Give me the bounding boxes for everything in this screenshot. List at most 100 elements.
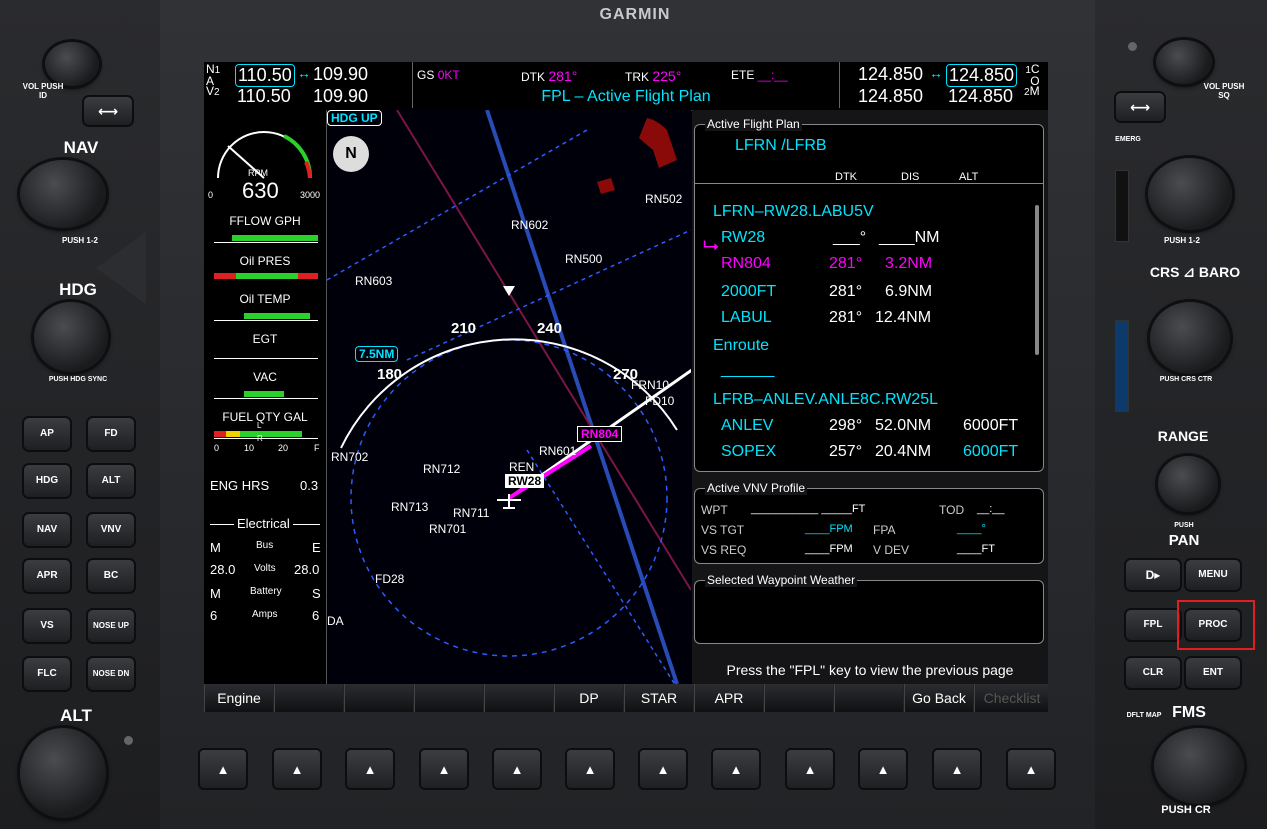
com-swap-button[interactable]: ⟷	[1116, 93, 1164, 121]
vol-knob-right[interactable]	[1156, 40, 1212, 84]
waypoint-da[interactable]: DA	[327, 614, 344, 628]
alt-label: ALT	[60, 706, 92, 725]
softkey-go-back[interactable]: Go Back	[904, 684, 974, 712]
waypoint-rn712[interactable]: RN712	[423, 462, 460, 476]
fpl-hint-text: Press the "FPL" key to view the previous…	[726, 662, 1014, 678]
fpl-row-enroute[interactable]: Enroute	[713, 337, 769, 355]
fpl-route[interactable]: LFRN /LFRB	[735, 137, 827, 155]
nose-dn-button[interactable]: NOSE DN	[88, 658, 134, 690]
nav-swap-button[interactable]: ⟷	[84, 97, 132, 125]
fpl-row-enroute-blank[interactable]: ______	[721, 361, 774, 379]
waypoint-rn711[interactable]: RN711	[453, 506, 489, 520]
active-flight-plan-panel: Active Flight Plan LFRN /LFRB DTK DIS AL…	[694, 117, 1044, 472]
nav-side-labels: N1 A V2	[206, 62, 221, 98]
ap-button[interactable]: AP	[24, 418, 70, 450]
nav1-active-freq[interactable]: 110.50	[235, 64, 295, 87]
nav2-standby-freq: 109.90	[313, 86, 369, 106]
softkey-blank-10[interactable]	[834, 684, 904, 712]
crs-baro-knob[interactable]	[1150, 302, 1230, 374]
softkey-dp[interactable]: DP	[554, 684, 624, 712]
waypoint-rn701[interactable]: RN701	[429, 522, 466, 536]
trk-field: TRK 225°	[625, 68, 682, 84]
north-arrow-icon: N	[333, 136, 369, 172]
fpl-button[interactable]: FPL	[1126, 610, 1180, 640]
active-waypoint-rn804[interactable]: RN804	[577, 426, 623, 442]
softkey-3-button[interactable]: ▲	[347, 750, 393, 788]
fpl-row-rn804[interactable]: RN804	[721, 255, 771, 273]
waypoint-ren[interactable]: REN	[509, 460, 534, 474]
softkey-7-button[interactable]: ▲	[640, 750, 686, 788]
nav-button[interactable]: NAV	[24, 514, 70, 546]
fpl-row-2000ft[interactable]: 2000FT	[721, 283, 776, 301]
runway-label-rw28[interactable]: RW28	[505, 474, 545, 488]
waypoint-rn601[interactable]: RN601	[539, 444, 576, 458]
fd-button[interactable]: FD	[88, 418, 134, 450]
softkey-2-button[interactable]: ▲	[274, 750, 320, 788]
fflow-label: FFLOW GPH	[229, 214, 301, 228]
waypoint-rn602[interactable]: RN602	[511, 218, 548, 232]
waypoint-frn10[interactable]: FRN10	[631, 378, 669, 392]
fpl-row-anlev-alt: 6000FT	[963, 417, 1019, 434]
softkey-5-button[interactable]: ▲	[494, 750, 540, 788]
softkey-1-button[interactable]: ▲	[200, 750, 246, 788]
waypoint-rn702[interactable]: RN702	[331, 450, 368, 464]
fms-knob[interactable]	[1154, 728, 1244, 804]
moving-map[interactable]: HDG UP N 7.5NM 180 210 240 270 RN502 RN6…	[327, 110, 691, 684]
fpl-scrollbar[interactable]	[1035, 205, 1039, 355]
waypoint-weather-panel: Selected Waypoint Weather	[694, 573, 1044, 644]
crs-push-label: PUSH CRS CTR	[1159, 376, 1213, 383]
softkey-blank-2[interactable]	[274, 684, 344, 712]
fpl-row-labul[interactable]: LABUL	[721, 309, 772, 327]
compass-240: 240	[537, 320, 563, 337]
softkey-4-button[interactable]: ▲	[421, 750, 467, 788]
vol-knob-left[interactable]	[45, 42, 99, 86]
vs-button[interactable]: VS	[24, 610, 70, 642]
fpl-row-labul-dis: 12.4NM	[875, 309, 932, 326]
vnv-button[interactable]: VNV	[88, 514, 134, 546]
fpl-row-departure[interactable]: LFRN–RW28.LABU5V	[713, 203, 874, 221]
hdg-knob[interactable]	[34, 302, 108, 372]
waypoint-rn713[interactable]: RN713	[391, 500, 428, 514]
bc-button[interactable]: BC	[88, 560, 134, 592]
softkey-engine[interactable]: Engine	[204, 684, 274, 712]
nose-up-button[interactable]: NOSE UP	[88, 610, 134, 642]
fpl-row-anlev[interactable]: ANLEV	[721, 417, 773, 435]
vnv-vsreq-label: VS REQ	[701, 543, 747, 557]
apr-button[interactable]: APR	[24, 560, 70, 592]
nav-knob[interactable]	[20, 160, 106, 228]
clr-button[interactable]: CLR	[1126, 658, 1180, 688]
softkey-9-button[interactable]: ▲	[787, 750, 833, 788]
softkey-apr[interactable]: APR	[694, 684, 764, 712]
softkey-blank-3[interactable]	[344, 684, 414, 712]
alt-button[interactable]: ALT	[88, 465, 134, 497]
menu-button[interactable]: MENU	[1186, 560, 1240, 590]
waypoint-fd28[interactable]: FD28	[375, 572, 404, 586]
softkey-10-button[interactable]: ▲	[860, 750, 906, 788]
waypoint-rn603[interactable]: RN603	[355, 274, 392, 288]
softkey-blank-4[interactable]	[414, 684, 484, 712]
softkey-blank-9[interactable]	[764, 684, 834, 712]
waypoint-fd10[interactable]: FD10	[645, 394, 674, 408]
fpl-row-sopex[interactable]: SOPEX	[721, 443, 776, 461]
alt-knob[interactable]	[20, 728, 106, 818]
hdg-button[interactable]: HDG	[24, 465, 70, 497]
softkey-11-button[interactable]: ▲	[934, 750, 980, 788]
com-knob[interactable]	[1148, 158, 1232, 230]
ent-button[interactable]: ENT	[1186, 658, 1240, 688]
softkey-checklist[interactable]: Checklist	[974, 684, 1048, 712]
com1-standby-freq[interactable]: 124.850	[946, 64, 1018, 87]
softkey-star[interactable]: STAR	[624, 684, 694, 712]
range-joystick[interactable]	[1158, 456, 1218, 512]
flc-button[interactable]: FLC	[24, 658, 70, 690]
fpl-row-rw28-dis: ____NM	[879, 229, 940, 246]
fpl-row-arrival[interactable]: LFRB–ANLEV.ANLE8C.RW25L	[713, 391, 938, 409]
softkey-blank-5[interactable]	[484, 684, 554, 712]
direct-to-button[interactable]: D▸	[1126, 560, 1180, 590]
softkey-8-button[interactable]: ▲	[713, 750, 759, 788]
waypoint-rn502[interactable]: RN502	[645, 192, 682, 206]
softkey-6-button[interactable]: ▲	[567, 750, 613, 788]
softkey-12-button[interactable]: ▲	[1008, 750, 1054, 788]
fpl-row-rw28[interactable]: RW28	[721, 229, 765, 247]
rpm-label: RPM	[248, 168, 268, 178]
waypoint-rn500[interactable]: RN500	[565, 252, 602, 266]
